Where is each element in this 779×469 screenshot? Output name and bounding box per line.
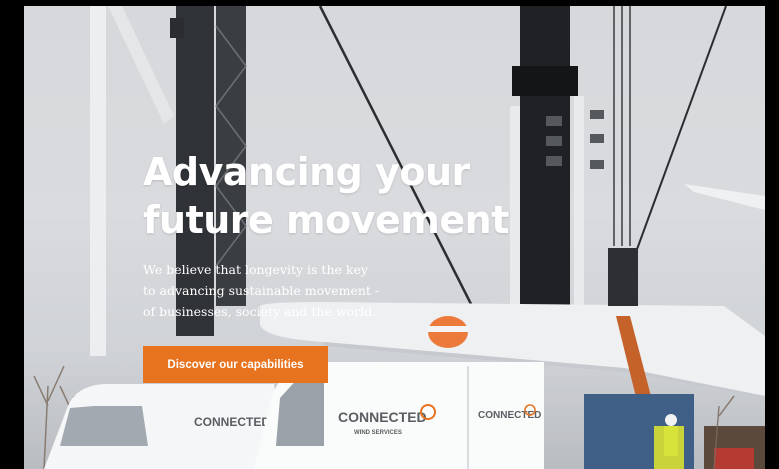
- van-logo-subtext: WIND SERVICES: [354, 430, 402, 436]
- van-logo-text: CONNECTED: [338, 409, 427, 425]
- discover-capabilities-button[interactable]: Discover our capabilities: [143, 346, 328, 383]
- svg-text:CONNECTED: CONNECTED: [478, 410, 541, 421]
- hero-headline: Advancing your future movement: [143, 148, 509, 244]
- hero-section: CONNECTED CONNECTED WIND SERVICES CONNEC…: [24, 6, 765, 469]
- svg-text:CONNECTED: CONNECTED: [194, 415, 270, 429]
- page-frame: CONNECTED CONNECTED WIND SERVICES CONNEC…: [0, 0, 779, 469]
- headline-line-2: future movement: [143, 198, 509, 242]
- headline-line-1: Advancing your: [143, 150, 470, 194]
- subtext-line-2: to advancing sustainable movement -: [143, 283, 380, 298]
- subtext-line-1: We believe that longevity is the key: [143, 262, 368, 277]
- subtext-line-3: of businesses, society and the world.: [143, 304, 377, 319]
- hero-subtext: We believe that longevity is the key to …: [143, 259, 393, 322]
